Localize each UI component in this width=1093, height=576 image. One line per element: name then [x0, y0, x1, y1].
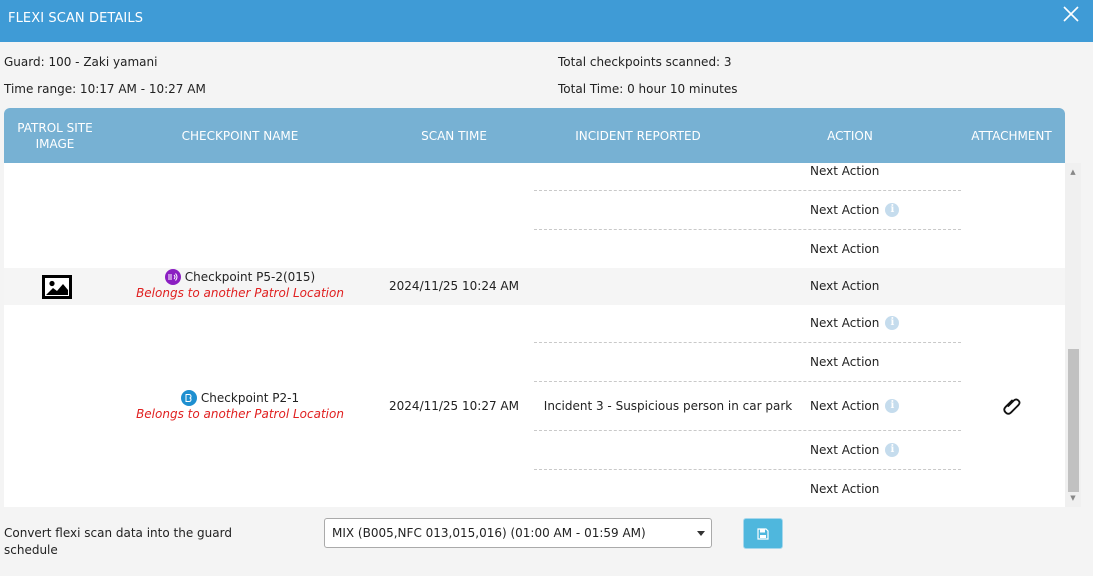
nfc-icon: [164, 269, 181, 285]
next-action-link[interactable]: Next Action i: [810, 443, 900, 457]
checkpoint-cell: Checkpoint P2-1 Belongs to another Patro…: [106, 390, 374, 421]
convert-label: Convert flexi scan data into the guard s…: [4, 526, 232, 557]
dialog-titlebar: FLEXI SCAN DETAILS: [0, 0, 1093, 42]
table-row: Checkpoint P5-2(015) Belongs to another …: [4, 268, 1065, 305]
scroll-down-icon[interactable]: ▼: [1065, 491, 1081, 505]
row-divider: [534, 190, 961, 191]
checkpoint-name[interactable]: Checkpoint P2-1: [201, 391, 299, 405]
table-scrollbar[interactable]: ▲ ▼: [1065, 163, 1081, 507]
next-action-link[interactable]: Next Action: [810, 355, 879, 369]
schedule-select[interactable]: MIX (B005,NFC 013,015,016) (01:00 AM - 0…: [324, 518, 712, 548]
info-icon[interactable]: i: [885, 203, 900, 217]
checkpoint-cell: Checkpoint P5-2(015) Belongs to another …: [106, 269, 374, 300]
save-button[interactable]: [743, 518, 783, 549]
guard-info: Guard: 100 - Zaki yamani: [4, 55, 158, 69]
col-scan-time: SCAN TIME: [421, 128, 487, 143]
info-icon[interactable]: i: [885, 399, 900, 413]
paperclip-icon[interactable]: [1001, 395, 1023, 417]
row-divider: [534, 469, 961, 470]
info-icon[interactable]: i: [885, 443, 900, 457]
col-checkpoint-name: CHECKPOINT NAME: [181, 128, 299, 143]
floppy-disk-icon: [757, 527, 769, 540]
scan-details-table: PATROL SITE IMAGE CHECKPOINT NAME SCAN TI…: [4, 108, 1065, 507]
incident-reported: Incident 3 - Suspicious person in car pa…: [543, 399, 793, 413]
next-action-link[interactable]: Next Action i: [810, 316, 900, 330]
next-action-link[interactable]: Next Action i: [810, 399, 900, 413]
row-divider: [534, 229, 961, 230]
next-action-link[interactable]: Next Action: [810, 242, 879, 256]
scrollbar-thumb[interactable]: [1068, 349, 1079, 492]
next-action-link[interactable]: Next Action: [810, 279, 879, 293]
next-action-link[interactable]: Next Action i: [810, 203, 900, 217]
belongs-note: Belongs to another Patrol Location: [136, 286, 344, 300]
row-divider: [534, 430, 961, 431]
col-incident-reported: INCIDENT REPORTED: [575, 128, 701, 143]
scroll-up-icon[interactable]: ▲: [1065, 165, 1081, 179]
col-action: ACTION: [827, 128, 873, 143]
schedule-select-value: MIX (B005,NFC 013,015,016) (01:00 AM - 0…: [332, 526, 646, 540]
total-time-info: Total Time: 0 hour 10 minutes: [558, 82, 738, 96]
belongs-note: Belongs to another Patrol Location: [136, 407, 344, 421]
time-range-info: Time range: 10:17 AM - 10:27 AM: [4, 82, 206, 96]
next-action-link[interactable]: Next Action: [810, 164, 879, 178]
row-divider: [534, 381, 961, 382]
col-attachment: ATTACHMENT: [971, 128, 1052, 143]
table-header: PATROL SITE IMAGE CHECKPOINT NAME SCAN TI…: [4, 108, 1065, 163]
scan-time: 2024/11/25 10:27 AM: [389, 399, 519, 413]
row-divider: [534, 342, 961, 343]
beacon-icon: [180, 390, 197, 406]
next-action-link[interactable]: Next Action: [810, 482, 879, 496]
image-icon[interactable]: [42, 275, 72, 299]
chevron-down-icon: [697, 531, 705, 536]
close-icon[interactable]: [1063, 6, 1079, 22]
info-icon[interactable]: i: [885, 316, 900, 330]
dialog-title: FLEXI SCAN DETAILS: [8, 11, 144, 26]
total-checkpoints-info: Total checkpoints scanned: 3: [558, 55, 732, 69]
scan-time: 2024/11/25 10:24 AM: [389, 279, 519, 293]
checkpoint-name[interactable]: Checkpoint P5-2(015): [185, 270, 315, 284]
col-patrol-site-image: PATROL SITE IMAGE: [17, 120, 93, 151]
